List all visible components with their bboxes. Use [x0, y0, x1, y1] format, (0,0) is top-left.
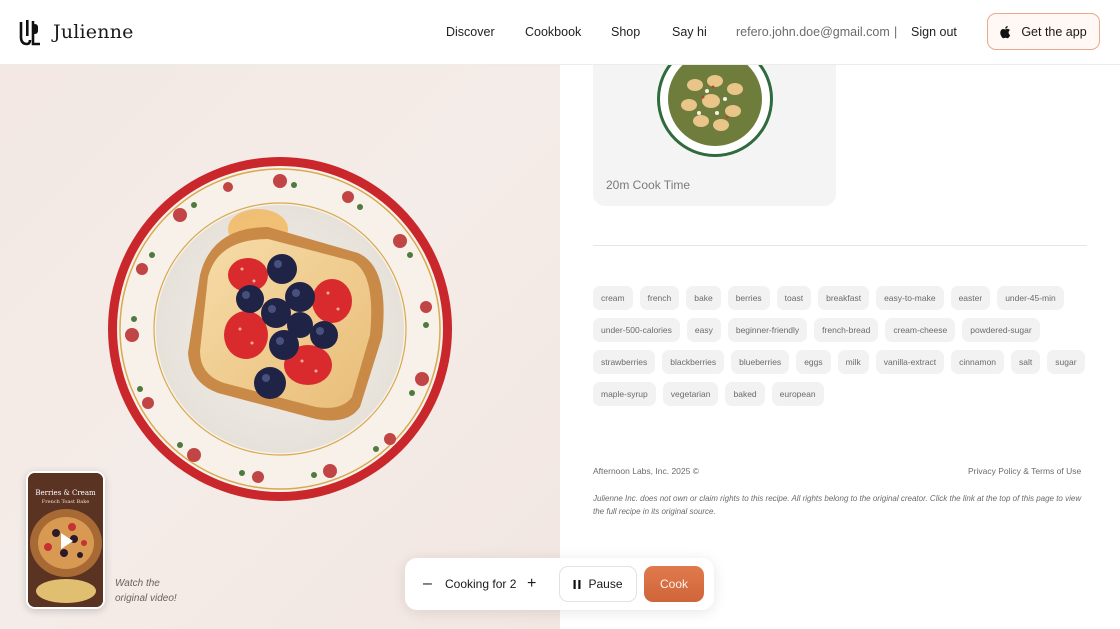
copyright: Afternoon Labs, Inc. 2025 ©: [593, 466, 699, 476]
french-toast-plate-image: [108, 157, 452, 501]
tag-chip[interactable]: cinnamon: [951, 350, 1005, 374]
sign-out-link[interactable]: Sign out: [911, 25, 957, 39]
tag-chip[interactable]: eggs: [796, 350, 831, 374]
get-app-button[interactable]: Get the app: [987, 13, 1100, 50]
tag-chip[interactable]: blueberries: [731, 350, 790, 374]
julienne-logo-icon: [19, 20, 40, 46]
tag-chip[interactable]: vegetarian: [662, 382, 719, 406]
tag-chip[interactable]: blackberries: [662, 350, 725, 374]
rights-disclaimer: Julienne Inc. does not own or claim righ…: [593, 494, 1082, 516]
apple-icon: [1000, 25, 1011, 38]
user-email: refero.john.doe@gmail.com: [736, 25, 890, 39]
tag-chip[interactable]: sugar: [1047, 350, 1085, 374]
nav-cookbook[interactable]: Cookbook: [525, 25, 581, 39]
tag-chip[interactable]: french: [639, 286, 680, 310]
cooking-for-label: Cooking for 2: [445, 577, 517, 591]
pause-button[interactable]: Pause: [559, 566, 637, 602]
tag-chip[interactable]: cream-cheese: [885, 318, 956, 342]
recipe-page: Julienne Discover Cookbook Shop Say hi r…: [0, 0, 1120, 629]
tag-chip[interactable]: cream: [593, 286, 633, 310]
tag-list: cream french bake berries toast breakfas…: [593, 286, 1087, 406]
nav-shop[interactable]: Shop: [611, 25, 640, 39]
tag-chip[interactable]: powdered-sugar: [962, 318, 1040, 342]
video-title: Berries & Cream: [35, 489, 96, 497]
watch-text-line1: Watch the: [115, 578, 160, 589]
cooking-control-bar: – Cooking for 2 + Pause Cook: [405, 558, 714, 610]
tag-chip[interactable]: berries: [727, 286, 770, 310]
cook-time-card: 20m Cook Time: [593, 55, 836, 206]
tag-chip[interactable]: maple-syrup: [593, 382, 656, 406]
tag-chip[interactable]: easy-to-make: [876, 286, 944, 310]
tag-chip[interactable]: european: [771, 382, 824, 406]
video-subtitle: French Toast Bake: [41, 499, 90, 505]
tag-chip[interactable]: beginner-friendly: [727, 318, 808, 342]
tag-chip[interactable]: under-500-calories: [593, 318, 680, 342]
logo[interactable]: Julienne: [19, 18, 134, 46]
increase-servings-button[interactable]: +: [527, 571, 541, 597]
nav-separator: |: [894, 25, 898, 39]
brand-name: Julienne: [53, 21, 134, 43]
tag-chip[interactable]: salt: [1011, 350, 1041, 374]
tag-chip[interactable]: easter: [950, 286, 991, 310]
watch-original-video-text[interactable]: Watch the original video!: [115, 576, 205, 606]
section-divider: [593, 245, 1087, 246]
privacy-terms-link[interactable]: Privacy Policy & Terms of Use: [968, 466, 1081, 476]
nav-discover[interactable]: Discover: [446, 25, 495, 39]
recipe-hero-image: Berries & Cream French Toast Bake Watch …: [0, 65, 560, 629]
cook-time: 20m Cook Time: [606, 178, 691, 192]
tag-chip[interactable]: french-bread: [814, 318, 879, 342]
site-header: Julienne Discover Cookbook Shop Say hi r…: [0, 0, 1120, 65]
dish-image: [657, 55, 773, 157]
tag-chip[interactable]: breakfast: [818, 286, 870, 310]
cook-button[interactable]: Cook: [644, 566, 704, 602]
tag-chip[interactable]: under-45-min: [997, 286, 1064, 310]
tag-chip[interactable]: strawberries: [593, 350, 656, 374]
tag-chip[interactable]: baked: [725, 382, 765, 406]
tag-chip[interactable]: easy: [686, 318, 721, 342]
pause-label: Pause: [588, 577, 623, 591]
play-icon: [61, 533, 73, 549]
tag-chip[interactable]: toast: [776, 286, 812, 310]
decrease-servings-button[interactable]: –: [423, 572, 435, 596]
tag-chip[interactable]: milk: [837, 350, 869, 374]
original-video-thumbnail[interactable]: Berries & Cream French Toast Bake: [26, 471, 105, 609]
tag-chip[interactable]: vanilla-extract: [875, 350, 945, 374]
nav-say-hi[interactable]: Say hi: [672, 25, 707, 39]
tag-chip[interactable]: bake: [686, 286, 721, 310]
get-app-label: Get the app: [1021, 24, 1087, 39]
pause-icon: [573, 579, 581, 589]
watch-text-line2: original video!: [115, 593, 177, 604]
